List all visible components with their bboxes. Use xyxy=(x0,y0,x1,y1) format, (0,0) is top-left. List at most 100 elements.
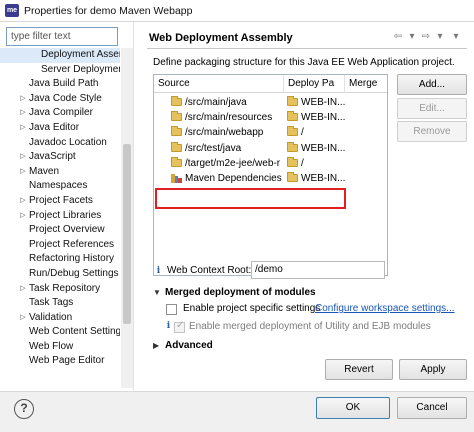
tree-item-label: Project Libraries xyxy=(29,209,102,221)
tree-item[interactable]: ▷ Java Compiler xyxy=(0,106,120,121)
tree-item[interactable]: Project References xyxy=(0,238,120,253)
tree-item-label: Validation xyxy=(29,311,73,323)
context-root-label: Web Context Root: xyxy=(167,265,252,276)
expand-arrow-icon[interactable]: ▶ xyxy=(153,341,159,350)
page-title: Web Deployment Assembly xyxy=(149,32,293,44)
cancel-button[interactable]: Cancel xyxy=(397,397,467,419)
source-cell: /src/main/java xyxy=(185,97,247,108)
revert-button[interactable]: Revert xyxy=(325,359,393,380)
deploy-path-cell: WEB-IN... xyxy=(301,97,345,108)
folder-icon xyxy=(287,126,298,137)
table-row[interactable]: /src/main/java WEB-IN... xyxy=(154,95,387,110)
source-cell: /src/main/webapp xyxy=(185,127,264,139)
column-merge[interactable]: Merge xyxy=(345,75,387,93)
tree-item[interactable]: Namespaces xyxy=(0,179,120,194)
tree-item-label: Project Facets xyxy=(29,194,93,206)
tree-item[interactable]: Project Overview xyxy=(0,223,120,238)
filter-input[interactable] xyxy=(7,28,117,45)
tree-item-label: Project References xyxy=(29,238,115,250)
merged-deployment-section-title[interactable]: Merged deployment of modules xyxy=(165,287,316,298)
folder-icon xyxy=(171,156,182,167)
filter-field[interactable] xyxy=(6,27,118,46)
folder-icon xyxy=(287,141,298,152)
tree-scrollbar-thumb[interactable] xyxy=(123,144,131,324)
remove-button[interactable]: Remove xyxy=(397,121,467,142)
tree-item-label: Java Build Path xyxy=(29,78,99,90)
dialog-button-bar: ? OK Cancel xyxy=(0,391,474,432)
tree-item-label: Deployment Asser xyxy=(41,49,120,60)
view-menu-icon[interactable]: ▾ xyxy=(449,30,463,44)
enable-merged-checkbox[interactable]: ✓ xyxy=(174,320,185,333)
context-root-input[interactable]: /demo xyxy=(251,261,385,279)
table-row[interactable]: /src/test/java WEB-IN... xyxy=(154,141,387,156)
tree-item[interactable]: Java Build Path xyxy=(0,77,120,92)
tree-item[interactable]: Web Page Editor xyxy=(0,354,120,369)
tree-item[interactable]: ▷ Maven xyxy=(0,165,120,180)
tree-item-label: Namespaces xyxy=(29,180,88,192)
tree-item[interactable]: Server Deploymen xyxy=(0,63,120,78)
tree-item[interactable]: ▷ Task Repository xyxy=(0,282,120,297)
tree-scrollbar[interactable] xyxy=(121,48,133,388)
deploy-path-cell: / xyxy=(301,127,304,139)
properties-tree: Deployment Asser Server Deploymen Java Bui… xyxy=(0,48,120,384)
assembly-table[interactable]: Source Deploy Pa Merge /src/main/java WEB… xyxy=(153,74,388,276)
tree-item[interactable]: ▷ JavaScript xyxy=(0,150,120,165)
enable-specific-checkbox[interactable] xyxy=(166,304,177,315)
tree-item[interactable]: Web Content Settings xyxy=(0,325,120,340)
collapse-arrow-icon[interactable]: ▼ xyxy=(153,288,161,297)
expand-arrow-icon[interactable]: ▷ xyxy=(19,282,27,297)
tree-item[interactable]: Javadoc Location xyxy=(0,136,120,151)
column-deploy-path[interactable]: Deploy Pa xyxy=(284,75,345,93)
tree-item[interactable] xyxy=(0,369,120,384)
deploy-path-cell: WEB-IN... xyxy=(301,112,345,124)
tree-item-label: Java Editor xyxy=(29,121,80,133)
folder-icon xyxy=(287,111,298,122)
expand-arrow-icon[interactable]: ▷ xyxy=(19,92,27,107)
properties-nav-panel: Deployment Asser Server Deploymen Java Bui… xyxy=(0,22,134,390)
table-row[interactable]: /target/m2e-jee/web-r / xyxy=(154,156,387,171)
edit-button[interactable]: Edit... xyxy=(397,98,467,119)
tree-item[interactable]: ▷ Java Code Style xyxy=(0,92,120,107)
help-icon[interactable]: ? xyxy=(14,399,34,419)
enable-merged-label: Enable merged deployment of Utility and … xyxy=(189,321,431,332)
tree-item[interactable]: ▷ Java Editor xyxy=(0,121,120,136)
tree-item[interactable]: ▷ Validation xyxy=(0,311,120,326)
tree-item[interactable]: ▷ Project Libraries xyxy=(0,209,120,224)
tree-item[interactable]: Refactoring History xyxy=(0,252,120,267)
tree-item[interactable]: Run/Debug Settings xyxy=(0,267,120,282)
forward-arrow-icon[interactable]: ⇨ xyxy=(419,30,433,44)
property-page: Web Deployment Assembly ⇦ ▾ ⇨ ▾ ▾ Define… xyxy=(135,22,474,390)
table-row[interactable]: /src/main/webapp / xyxy=(154,125,387,140)
back-arrow-icon[interactable]: ⇦ xyxy=(391,30,405,44)
table-row[interactable]: /src/main/resources WEB-IN... xyxy=(154,110,387,125)
add-button[interactable]: Add... xyxy=(397,74,467,95)
configure-workspace-link[interactable]: Configure workspace settings... xyxy=(315,303,455,314)
expand-arrow-icon[interactable]: ▷ xyxy=(19,121,27,136)
apply-button[interactable]: Apply xyxy=(399,359,467,380)
expand-arrow-icon[interactable]: ▷ xyxy=(19,209,27,224)
enable-specific-label[interactable]: Enable project specific settings xyxy=(183,303,320,314)
tree-item-label: Run/Debug Settings xyxy=(29,267,119,279)
tree-item-label: Refactoring History xyxy=(29,253,115,265)
expand-arrow-icon[interactable]: ▷ xyxy=(19,194,27,209)
tree-item[interactable]: Task Tags xyxy=(0,296,120,311)
tree-item[interactable]: ▷ Project Facets xyxy=(0,194,120,209)
app-icon: me xyxy=(5,4,19,17)
expand-arrow-icon[interactable]: ▷ xyxy=(19,150,27,165)
checkmark-icon: ✓ xyxy=(176,320,185,331)
tree-item[interactable]: Deployment Asser xyxy=(0,48,120,63)
column-source[interactable]: Source xyxy=(154,75,284,93)
folder-icon xyxy=(171,96,182,106)
tree-item-label: Java Code Style xyxy=(29,92,102,104)
source-cell: /src/main/resources xyxy=(185,112,273,124)
folder-icon xyxy=(287,172,298,182)
ok-button[interactable]: OK xyxy=(316,397,390,419)
table-row[interactable]: Maven Dependencies WEB-IN... xyxy=(154,171,387,186)
expand-arrow-icon[interactable]: ▷ xyxy=(19,106,27,121)
back-dropdown-icon[interactable]: ▾ xyxy=(405,30,419,44)
tree-item[interactable]: Web Flow xyxy=(0,340,120,355)
forward-dropdown-icon[interactable]: ▾ xyxy=(433,30,447,44)
advanced-section-title[interactable]: Advanced xyxy=(165,340,213,351)
expand-arrow-icon[interactable]: ▷ xyxy=(19,311,27,326)
expand-arrow-icon[interactable]: ▷ xyxy=(19,165,27,180)
